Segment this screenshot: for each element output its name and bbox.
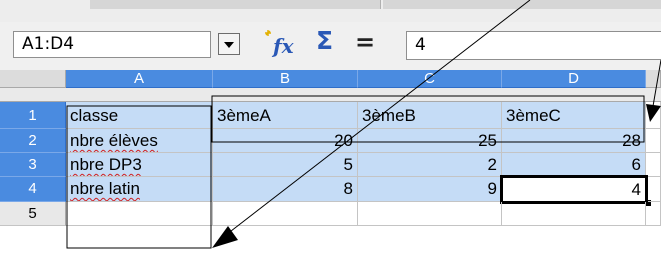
cell-b5[interactable] bbox=[213, 202, 358, 226]
row-header-4[interactable]: 4 bbox=[0, 177, 66, 202]
cell-d5[interactable] bbox=[502, 202, 646, 226]
row-header-2[interactable]: 2 bbox=[0, 129, 66, 153]
toolbar-segment bbox=[383, 0, 661, 9]
equals-button[interactable]: = bbox=[355, 28, 375, 56]
grid-empty-area bbox=[0, 226, 661, 256]
cell-c4[interactable]: 9 bbox=[358, 177, 502, 202]
column-header-b[interactable]: B bbox=[213, 70, 358, 88]
fx-icon[interactable]: fx bbox=[263, 29, 297, 57]
toolbar-segment bbox=[90, 0, 381, 9]
name-box[interactable]: A1:D4 bbox=[13, 31, 211, 58]
cell-c1[interactable]: 3èmeB bbox=[358, 102, 502, 129]
cell-c5[interactable] bbox=[358, 202, 502, 226]
header-band bbox=[0, 88, 661, 102]
column-header-c[interactable]: C bbox=[358, 70, 502, 88]
chevron-down-icon bbox=[224, 42, 234, 48]
column-header-e[interactable] bbox=[646, 70, 661, 88]
column-header-d[interactable]: D bbox=[502, 70, 646, 88]
cell-a3[interactable]: nbre DP3 bbox=[66, 153, 213, 177]
cell-e5[interactable] bbox=[646, 202, 661, 226]
cell-e4[interactable] bbox=[648, 177, 661, 202]
cell-a2[interactable]: nbre élèves bbox=[66, 129, 213, 153]
formula-bar: A1:D4 fx Σ = 4 bbox=[0, 22, 661, 71]
cell-a5[interactable] bbox=[66, 202, 213, 226]
cell-c3[interactable]: 2 bbox=[358, 153, 502, 177]
row-header-1[interactable]: 1 bbox=[0, 102, 66, 129]
cell-b1[interactable]: 3èmeA bbox=[213, 102, 358, 129]
column-header-a[interactable]: A bbox=[66, 70, 213, 88]
svg-text:fx: fx bbox=[271, 34, 295, 57]
cell-e2[interactable] bbox=[646, 129, 661, 153]
row-header-5[interactable]: 5 bbox=[0, 202, 66, 226]
cell-d2[interactable]: 28 bbox=[502, 129, 646, 153]
cell-c2[interactable]: 25 bbox=[358, 129, 502, 153]
cell-e1[interactable] bbox=[646, 102, 661, 129]
cell-a1[interactable]: classe bbox=[66, 102, 213, 129]
cell-d3[interactable]: 6 bbox=[502, 153, 646, 177]
cell-b2[interactable]: 20 bbox=[213, 129, 358, 153]
cell-b4[interactable]: 8 bbox=[213, 177, 358, 202]
cell-e3[interactable] bbox=[646, 153, 661, 177]
row-header-3[interactable]: 3 bbox=[0, 153, 66, 177]
toolbar-strip bbox=[0, 0, 661, 23]
formula-input[interactable]: 4 bbox=[406, 31, 661, 60]
name-box-dropdown-button[interactable] bbox=[218, 33, 240, 55]
cell-a4[interactable]: nbre latin bbox=[66, 177, 213, 202]
cell-d4-active[interactable]: 4 bbox=[500, 175, 648, 204]
cell-b3[interactable]: 5 bbox=[213, 153, 358, 177]
select-all-corner[interactable] bbox=[0, 70, 66, 88]
cell-d1[interactable]: 3èmeC bbox=[502, 102, 646, 129]
sigma-icon[interactable]: Σ bbox=[316, 26, 333, 55]
spreadsheet-grid: A B C D 1 classe 3èmeA 3èmeB 3èmeC 2 nbr… bbox=[0, 70, 661, 256]
